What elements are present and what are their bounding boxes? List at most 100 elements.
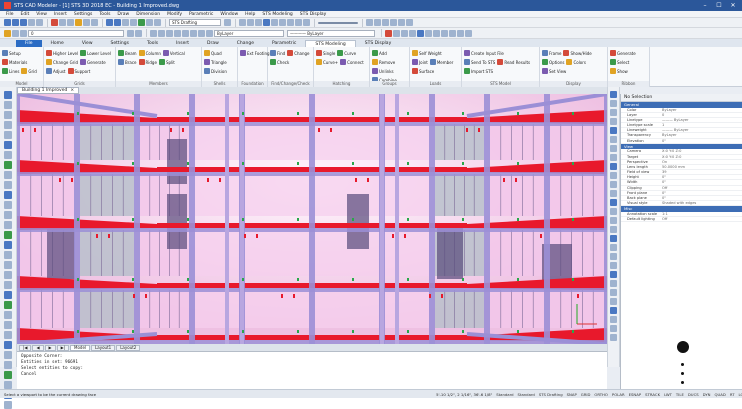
layer-select[interactable]: 0 bbox=[28, 29, 124, 37]
text-icon[interactable] bbox=[425, 29, 432, 37]
status-toggle-polar[interactable]: POLAR bbox=[612, 392, 625, 397]
ribbon-button-column[interactable]: Column bbox=[138, 49, 161, 57]
print-icon[interactable] bbox=[28, 19, 35, 26]
paste-icon[interactable] bbox=[67, 19, 74, 26]
draw-block-icon[interactable] bbox=[4, 211, 12, 219]
view-cube-icon[interactable] bbox=[271, 19, 278, 26]
property-value[interactable]: Off bbox=[659, 217, 742, 221]
draw-stretch-icon[interactable] bbox=[4, 401, 12, 409]
property-value[interactable]: ——— ByLayer bbox=[659, 118, 742, 122]
draw-table-icon[interactable] bbox=[4, 251, 12, 259]
grid-icon[interactable] bbox=[247, 19, 254, 26]
region-icon[interactable] bbox=[457, 29, 464, 37]
ribbon-button-ridge[interactable]: Ridge bbox=[138, 58, 157, 66]
draw-leader-icon[interactable] bbox=[4, 201, 12, 209]
dimension-icon[interactable] bbox=[417, 29, 424, 37]
ribbon-button-beam[interactable]: Beam bbox=[118, 49, 137, 57]
draw-spline-icon[interactable] bbox=[4, 151, 12, 159]
draw-arc-icon[interactable] bbox=[4, 131, 12, 139]
draw-extend-icon[interactable] bbox=[4, 331, 12, 339]
property-value[interactable]: 0" bbox=[659, 180, 742, 184]
ribbon-button-higher-level[interactable]: Higher Level bbox=[46, 49, 78, 57]
ribbon-button-find[interactable]: Find bbox=[270, 49, 285, 57]
modify-line-icon[interactable] bbox=[610, 91, 617, 98]
ribbon-button-add[interactable]: Add bbox=[372, 49, 387, 57]
drawing-viewport-3d[interactable] bbox=[17, 94, 607, 344]
layout-nav-last-icon[interactable]: ▶| bbox=[56, 344, 70, 351]
status-toggle-standard[interactable]: Standard bbox=[518, 392, 535, 397]
ribbon-button-triangle[interactable]: Triangle bbox=[204, 58, 227, 66]
ribbon-button-joint[interactable]: Joint bbox=[412, 58, 428, 66]
tab-model[interactable]: Model bbox=[70, 344, 91, 351]
ribbon-button-quad[interactable]: Quad bbox=[204, 49, 222, 57]
property-value[interactable]: X:0 Y:0 Z:0 bbox=[659, 155, 742, 159]
modify-arc-icon[interactable] bbox=[610, 127, 617, 134]
cut-icon[interactable] bbox=[51, 19, 58, 26]
menu-draw[interactable]: Draw bbox=[117, 12, 129, 17]
draw-mtext-icon[interactable] bbox=[4, 181, 12, 189]
ribbon-button-read-results[interactable]: Read Results bbox=[497, 58, 530, 66]
selection-dropdown[interactable]: No Selection bbox=[624, 95, 652, 100]
color-book-icon[interactable] bbox=[190, 29, 197, 37]
property-value[interactable]: Off bbox=[659, 186, 742, 190]
ribbon-button-ext-footing[interactable]: Ext Footing bbox=[240, 49, 270, 57]
modify-trim-icon[interactable] bbox=[610, 298, 617, 305]
draw-rectangle-icon[interactable] bbox=[4, 111, 12, 119]
slider-icon[interactable] bbox=[318, 21, 358, 24]
property-value[interactable]: 50.0000 mm bbox=[659, 165, 742, 169]
make-current-icon[interactable] bbox=[135, 29, 142, 37]
ortho-icon[interactable] bbox=[255, 19, 262, 26]
ribbon-button-unlinks[interactable]: Unlinks bbox=[372, 67, 394, 75]
modify-array-icon[interactable] bbox=[610, 271, 617, 278]
undo-icon[interactable] bbox=[83, 19, 90, 26]
color-random-icon[interactable] bbox=[198, 29, 205, 37]
layer-previous-icon[interactable] bbox=[127, 29, 134, 37]
ribbon-button-adjust[interactable]: Adjust bbox=[46, 67, 66, 75]
properties-selection-header[interactable]: No Selection bbox=[621, 94, 742, 102]
tab-home[interactable]: Home bbox=[42, 40, 73, 47]
draw-wipeout-icon[interactable] bbox=[4, 261, 12, 269]
layer-lock-icon[interactable] bbox=[20, 29, 27, 37]
ribbon-button-materials[interactable]: Materials bbox=[2, 58, 27, 66]
status-toggle-ducs[interactable]: DUCS bbox=[688, 392, 699, 397]
ribbon-button-self-weight[interactable]: Self Weight bbox=[412, 49, 442, 57]
ribbon-button-grid[interactable]: Grid bbox=[21, 67, 37, 75]
draw-hatch-icon[interactable] bbox=[4, 161, 12, 169]
draw-explode-icon[interactable] bbox=[4, 361, 12, 369]
draw-polyline-icon[interactable] bbox=[4, 101, 12, 109]
modify-circle-icon[interactable] bbox=[610, 118, 617, 125]
modify-point-icon[interactable] bbox=[610, 217, 617, 224]
status-toggle-sts-drafting[interactable]: STS Drafting bbox=[539, 392, 563, 397]
document-tab-building[interactable]: Building 1 Improved × bbox=[17, 87, 80, 94]
modify-measure-icon[interactable] bbox=[610, 262, 617, 269]
draw-trim-icon[interactable] bbox=[4, 321, 12, 329]
color-picker-icon[interactable] bbox=[166, 29, 173, 37]
block-icon[interactable] bbox=[441, 29, 448, 37]
ribbon-button-brace[interactable]: Brace bbox=[118, 58, 137, 66]
maximize-button[interactable]: ☐ bbox=[712, 0, 726, 11]
wireframe-icon[interactable] bbox=[382, 19, 389, 26]
ribbon-button-select[interactable]: Select bbox=[610, 58, 629, 66]
menu-tools[interactable]: Tools bbox=[99, 12, 110, 17]
tab-view[interactable]: View bbox=[73, 40, 102, 47]
layout-nav-first-icon[interactable]: |◀ bbox=[19, 344, 32, 351]
property-value[interactable]: 1:1 bbox=[659, 212, 742, 216]
shade-icon[interactable] bbox=[374, 19, 381, 26]
modify-ellipse-icon[interactable] bbox=[610, 136, 617, 143]
draw-arc-icon[interactable] bbox=[401, 29, 408, 37]
draw-measure-icon[interactable] bbox=[4, 281, 12, 289]
draw-text-icon[interactable] bbox=[4, 171, 12, 179]
status-toggle-snap[interactable]: SNAP bbox=[567, 392, 577, 397]
property-value[interactable]: 0" bbox=[659, 175, 742, 179]
property-value[interactable]: ByLayer bbox=[659, 108, 742, 112]
draw-array-icon[interactable] bbox=[4, 291, 12, 299]
draw-chamfer-icon[interactable] bbox=[4, 351, 12, 359]
layout-nav-next-icon[interactable]: ▶ bbox=[44, 344, 56, 351]
ribbon-button-send-to-sts[interactable]: Send To STS bbox=[464, 58, 495, 66]
layout-nav-prev-icon[interactable]: ◀ bbox=[32, 344, 44, 351]
color-true-icon[interactable] bbox=[182, 29, 189, 37]
pan-icon[interactable] bbox=[106, 19, 113, 26]
copy-icon[interactable] bbox=[59, 19, 66, 26]
linetype-select[interactable]: ———— ByLayer bbox=[287, 29, 375, 37]
ucs-icon[interactable] bbox=[287, 19, 294, 26]
